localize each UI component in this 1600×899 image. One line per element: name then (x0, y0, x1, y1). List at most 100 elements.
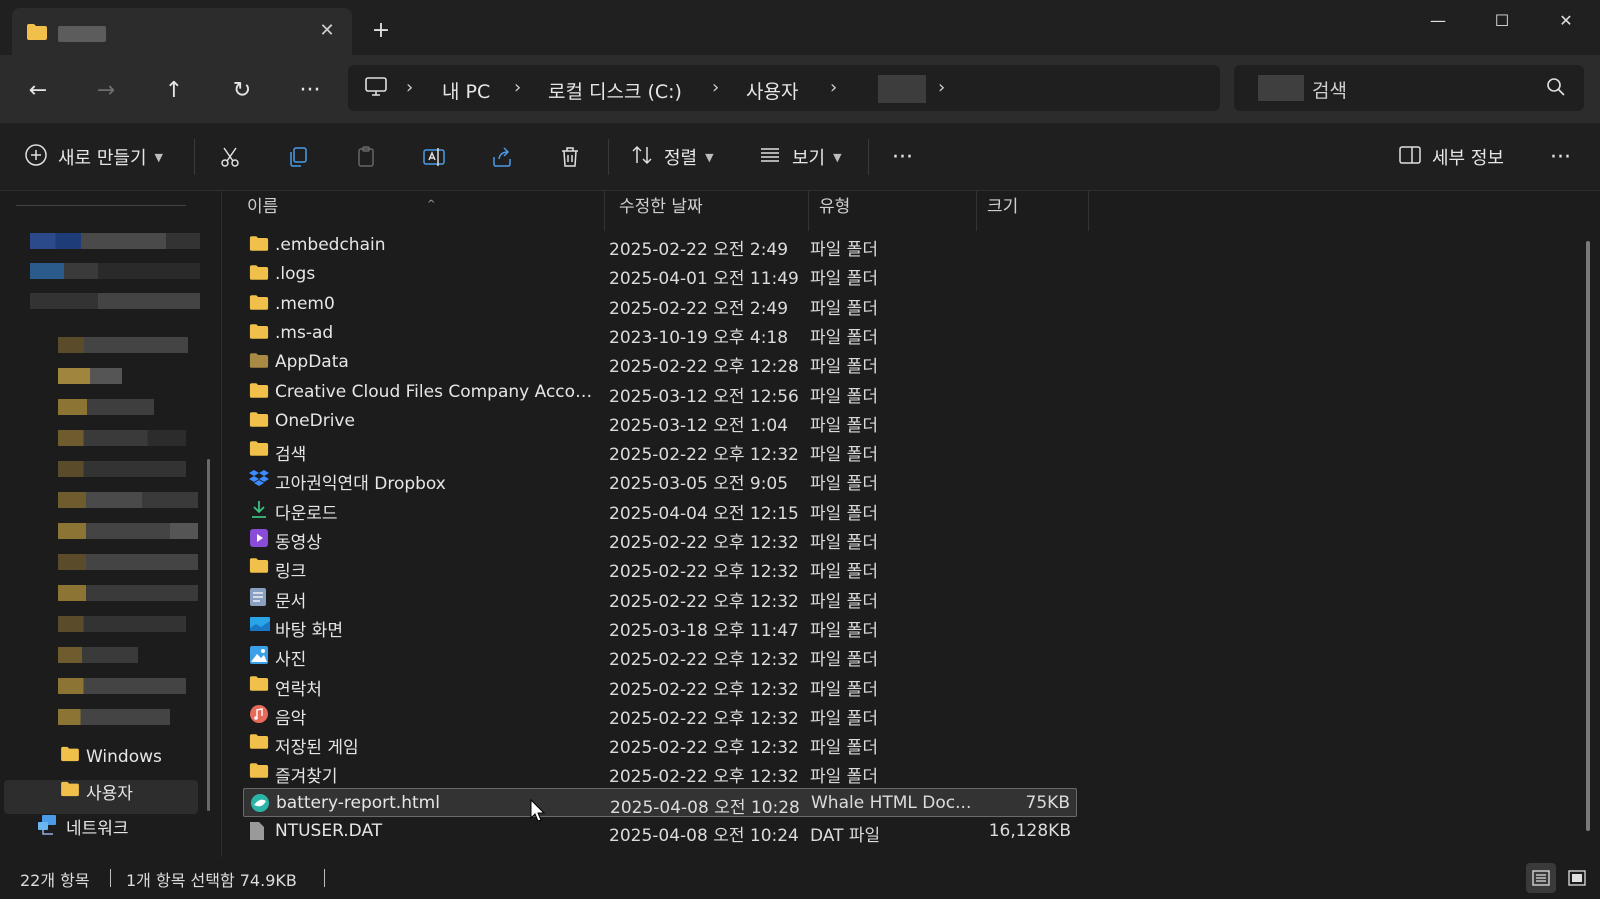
file-list-scrollbar[interactable] (1586, 241, 1590, 831)
delete-button[interactable] (554, 141, 586, 173)
redacted-item[interactable] (58, 492, 198, 508)
redacted-item[interactable] (58, 461, 186, 477)
search-placeholder: 검색 (1312, 80, 1347, 102)
document-icon (249, 587, 269, 607)
up-button[interactable]: ↑ (158, 75, 190, 107)
navigation-bar: ← → ↑ ↻ ··· › 내 PC › 로컬 디스크 (C:) › 사용자 ›… (0, 55, 1600, 123)
maximize-button[interactable]: ☐ (1472, 6, 1532, 36)
file-row[interactable]: 저장된 게임 2025-02-22 오후 12:32 파일 폴더 (243, 729, 1077, 758)
breadcrumb-users[interactable]: 사용자 (746, 77, 798, 104)
file-row[interactable]: 바탕 화면 2025-03-18 오후 11:47 파일 폴더 (243, 612, 1077, 641)
new-button-label: 새로 만들기 (58, 148, 147, 169)
search-box[interactable]: 검색 (1234, 65, 1584, 111)
redacted-item[interactable] (58, 368, 122, 384)
window-close-button[interactable]: ✕ (1536, 6, 1596, 36)
column-header-date[interactable]: 수정한 날짜 (609, 191, 809, 231)
view-button[interactable]: 보기 ▼ (758, 141, 842, 173)
chevron-down-icon: ▼ (705, 150, 714, 164)
redacted-item[interactable] (58, 430, 186, 446)
sidebar-item-users[interactable]: 사용자 (60, 779, 133, 804)
tiles-view-button[interactable] (1562, 863, 1592, 893)
file-row[interactable]: 음악 2025-02-22 오후 12:32 파일 폴더 (243, 700, 1077, 729)
tab-title-redacted (58, 26, 106, 42)
file-row[interactable]: 다운로드 2025-04-04 오전 12:15 파일 폴더 (243, 495, 1077, 524)
file-row[interactable]: .mem0 2025-02-22 오전 2:49 파일 폴더 (243, 290, 1077, 319)
redacted-item[interactable] (58, 585, 198, 601)
chevron-right-icon[interactable]: › (406, 77, 413, 98)
cut-button[interactable] (214, 141, 246, 173)
redacted-item[interactable] (58, 554, 198, 570)
redacted-item[interactable] (58, 709, 170, 725)
redacted-item[interactable] (58, 678, 186, 694)
chevron-right-icon[interactable]: › (712, 77, 719, 98)
file-row[interactable]: 즐겨찾기 2025-02-22 오후 12:32 파일 폴더 (243, 758, 1077, 787)
file-row[interactable]: 동영상 2025-02-22 오후 12:32 파일 폴더 (243, 524, 1077, 553)
redacted-item[interactable] (58, 399, 154, 415)
chevron-right-icon[interactable]: › (514, 77, 521, 98)
tab-close-button[interactable]: ✕ (316, 20, 338, 42)
sidebar-scrollbar[interactable] (207, 459, 210, 811)
file-date: 2025-04-04 오전 12:15 (609, 503, 799, 524)
sidebar-item-network[interactable]: 네트워크 (36, 813, 129, 840)
copy-button[interactable] (282, 141, 314, 173)
sidebar-item-windows[interactable]: Windows (60, 746, 162, 767)
column-header-type[interactable]: 유형 (809, 191, 977, 231)
file-row[interactable]: battery-report.html 2025-04-08 오전 10:28 Wh… (243, 787, 1077, 818)
paste-button[interactable] (350, 141, 382, 173)
file-date: 2025-02-22 오후 12:32 (609, 738, 799, 759)
file-row[interactable]: OneDrive 2025-03-12 오전 1:04 파일 폴더 (243, 407, 1077, 436)
rename-button[interactable] (418, 141, 450, 173)
more-nav-button[interactable]: ··· (294, 75, 326, 107)
breadcrumb-user-redacted[interactable] (878, 75, 926, 103)
file-row[interactable]: NTUSER.DAT 2025-04-08 오전 10:24 DAT 파일 16,12… (243, 817, 1077, 846)
file-row[interactable]: .logs 2025-04-01 오전 11:49 파일 폴더 (243, 260, 1077, 289)
whale-browser-icon (250, 793, 270, 813)
file-type: DAT 파일 (810, 826, 881, 846)
redacted-item[interactable] (30, 293, 200, 309)
search-icon[interactable] (1546, 77, 1566, 101)
details-view-button[interactable] (1526, 863, 1556, 893)
forward-button[interactable]: → (90, 75, 122, 107)
file-row[interactable]: Creative Cloud Files Company Account... 2… (243, 378, 1077, 407)
file-row[interactable]: 연락처 2025-02-22 오후 12:32 파일 폴더 (243, 671, 1077, 700)
back-button[interactable]: ← (22, 75, 54, 107)
file-row[interactable]: 사진 2025-02-22 오후 12:32 파일 폴더 (243, 641, 1077, 670)
share-button[interactable] (486, 141, 518, 173)
redacted-item[interactable] (58, 337, 188, 353)
column-header-size[interactable]: 크기 (977, 191, 1089, 231)
file-type: 파일 폴더 (810, 474, 878, 495)
file-row[interactable]: 검색 2025-02-22 오후 12:32 파일 폴더 (243, 436, 1077, 465)
file-type: 파일 폴더 (810, 240, 878, 260)
file-row[interactable]: .embedchain 2025-02-22 오전 2:49 파일 폴더 (243, 231, 1077, 260)
address-bar[interactable]: › 내 PC › 로컬 디스크 (C:) › 사용자 › › (348, 65, 1220, 111)
file-date: 2025-02-22 오후 12:28 (609, 357, 799, 378)
details-pane-button[interactable]: 세부 정보 (1398, 141, 1504, 173)
file-row[interactable]: 문서 2025-02-22 오후 12:32 파일 폴더 (243, 583, 1077, 612)
redacted-item[interactable] (58, 523, 198, 539)
file-row[interactable]: .ms-ad 2023-10-19 오후 4:18 파일 폴더 (243, 319, 1077, 348)
redacted-item[interactable] (30, 263, 200, 279)
file-row[interactable]: AppData 2025-02-22 오후 12:28 파일 폴더 (243, 348, 1077, 377)
column-header-name[interactable]: ^ 이름 (237, 191, 605, 231)
file-row[interactable]: 링크 2025-02-22 오후 12:32 파일 폴더 (243, 553, 1077, 582)
new-button[interactable]: 새로 만들기 ▼ (24, 141, 163, 173)
file-date: 2025-02-22 오전 2:49 (609, 298, 789, 319)
rename-icon (423, 148, 445, 166)
refresh-button[interactable]: ↻ (226, 75, 258, 107)
file-row[interactable]: 고아권익연대 Dropbox 2025-03-05 오전 9:05 파일 폴더 (243, 465, 1077, 494)
sort-button[interactable]: 정렬 ▼ (630, 141, 714, 173)
minimize-button[interactable]: — (1408, 6, 1468, 36)
new-tab-button[interactable]: + (370, 20, 392, 42)
chevron-right-icon[interactable]: › (938, 77, 945, 98)
redacted-item[interactable] (58, 616, 186, 632)
more-options-button[interactable]: ··· (892, 141, 913, 173)
file-name: battery-report.html (276, 792, 440, 813)
redacted-item[interactable] (58, 647, 138, 663)
redacted-item[interactable] (30, 233, 200, 249)
file-type: 파일 폴더 (810, 767, 878, 788)
overflow-menu-button[interactable]: ··· (1550, 141, 1571, 173)
breadcrumb-this-pc[interactable]: 내 PC (442, 77, 490, 104)
chevron-right-icon[interactable]: › (830, 77, 837, 98)
breadcrumb-local-disk[interactable]: 로컬 디스크 (C:) (548, 77, 682, 104)
tab-current[interactable]: ✕ (12, 8, 352, 55)
